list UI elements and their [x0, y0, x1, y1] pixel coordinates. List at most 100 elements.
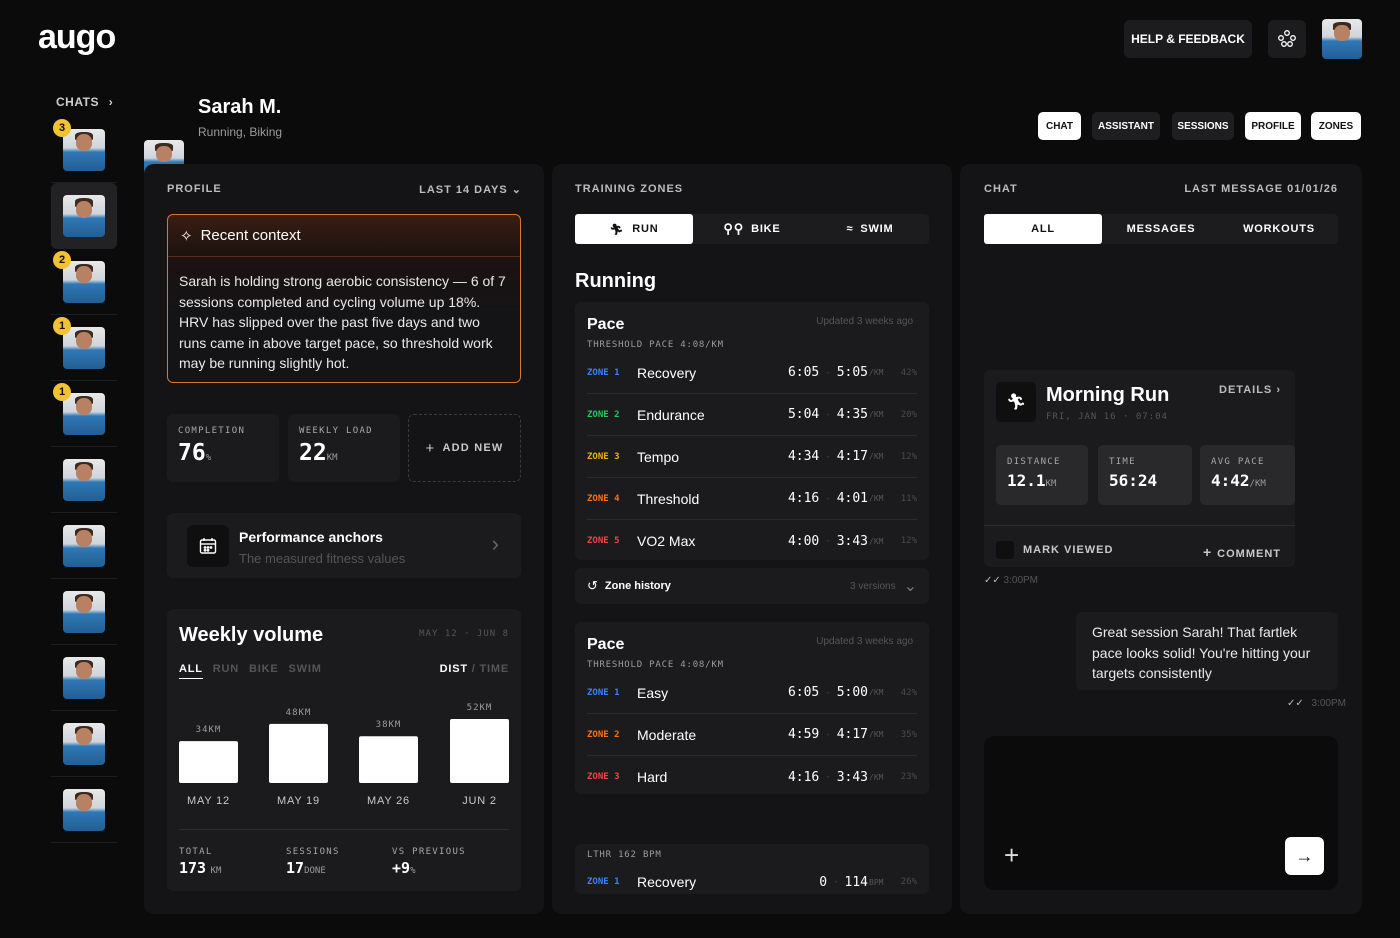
zone-row[interactable]: ZONE 1 Recovery 0-114 BPM 26% — [587, 861, 917, 903]
zone-to: 5:00 — [836, 685, 868, 700]
chat-avatar — [63, 195, 105, 237]
chat-message: Great session Sarah! That fartlek pace l… — [1076, 612, 1338, 690]
help-feedback-button[interactable]: HELP & FEEDBACK — [1124, 20, 1252, 58]
zone-separator: - — [825, 367, 831, 378]
zone-row[interactable]: ZONE 3 Tempo 4:34-4:17/KM 12% — [587, 436, 917, 478]
completion-card: COMPLETION 76% — [167, 414, 279, 482]
zone-percent: 11% — [900, 493, 917, 504]
chart-bar[interactable] — [450, 719, 509, 783]
chevron-right-icon: › — [1276, 384, 1281, 396]
zone-history-row[interactable]: ↺ Zone history 3 versions ⌄ — [575, 568, 929, 604]
prev-label: VS PREVIOUS — [392, 847, 466, 857]
tab-bike[interactable]: ⚲⚲ BIKE — [693, 214, 811, 244]
load-value: 22 — [299, 440, 327, 466]
zone-percent: 12% — [900, 536, 917, 546]
prev-unit: % — [410, 866, 416, 876]
zone-from: 6:05 — [787, 365, 820, 380]
zone-from: 4:34 — [787, 449, 820, 464]
context-text: Sarah is holding strong aerobic consiste… — [179, 273, 506, 371]
weekly-volume-chart: 34KM MAY 12 48KM MAY 19 38KM MAY 26 52KM JUN 2 — [179, 703, 509, 807]
send-button[interactable]: → — [1285, 837, 1324, 875]
sessions-unit: DONE — [304, 866, 326, 876]
chat-list-item[interactable] — [51, 711, 117, 777]
tab-chat[interactable]: CHAT — [1038, 112, 1081, 140]
chat-list-item[interactable]: 1 — [51, 381, 117, 447]
chat-list-item[interactable]: 1 — [51, 315, 117, 381]
profile-title: PROFILE — [167, 183, 222, 195]
zones-panel: TRAINING ZONES 🏃︎ RUN ⚲⚲ BIKE ≈ SWIM Runnin… — [552, 164, 952, 914]
chat-list-item[interactable] — [51, 183, 117, 249]
account-avatar[interactable] — [1322, 19, 1362, 59]
zone-row[interactable]: ZONE 3 Hard 4:16-3:43/KM 23% — [587, 756, 917, 798]
chart-bar[interactable] — [269, 723, 328, 783]
timestamp-1: ✓✓ 3:00PM — [984, 575, 1039, 586]
chat-list-item[interactable] — [51, 579, 117, 645]
team-icon[interactable] — [1268, 20, 1306, 58]
tab-sessions[interactable]: SESSIONS — [1172, 112, 1234, 140]
tab-messages[interactable]: MESSAGES — [1102, 214, 1220, 244]
zone-percent: 12% — [900, 451, 917, 462]
zone-to: 4:35 — [836, 407, 868, 422]
chart-bar[interactable] — [359, 736, 418, 783]
chevron-down-icon: ⌄ — [903, 578, 917, 595]
zone-to: 5:05 — [836, 365, 868, 380]
zone-unit: /KM — [869, 410, 884, 419]
block3-threshold: LTHR 162 BPM — [587, 850, 662, 860]
chat-avatar — [63, 392, 105, 435]
zone-percent: 35% — [900, 729, 917, 740]
tab-assistant[interactable]: ASSISTANT — [1092, 112, 1160, 140]
chat-list-item[interactable] — [51, 777, 117, 843]
checkbox[interactable] — [996, 541, 1014, 559]
message-composer[interactable]: + → — [984, 736, 1338, 890]
tab-zones[interactable]: ZONES — [1311, 112, 1361, 140]
bar-category-label: MAY 19 — [277, 795, 320, 807]
zone-to: 4:17 — [836, 449, 868, 464]
pace-unit: /KM — [1249, 479, 1266, 489]
tab-run[interactable]: 🏃︎ RUN — [575, 214, 693, 244]
tab-swim[interactable]: ≈ SWIM — [811, 214, 929, 244]
zone-from: 4:59 — [787, 727, 820, 742]
app-logo[interactable]: augo — [38, 18, 116, 57]
chat-list-item[interactable]: 3 — [51, 117, 117, 183]
timestamp-2: ✓✓ 3:00PM — [1286, 698, 1346, 709]
bar-category-label: JUN 2 — [462, 795, 497, 807]
chevron-right-icon: › — [108, 95, 114, 109]
zone-row[interactable]: ZONE 2 Endurance 5:04-4:35/KM 20% — [587, 394, 917, 436]
plus-icon[interactable]: + — [1004, 840, 1019, 871]
chat-list-item[interactable] — [51, 645, 117, 711]
zone-row[interactable]: ZONE 1 Recovery 6:05-5:05/KM 42% — [587, 352, 917, 394]
tab-workouts[interactable]: WORKOUTS — [1220, 214, 1338, 244]
zone-row[interactable]: ZONE 1 Easy 6:05-5:00/KM 42% — [587, 672, 917, 714]
zone-percent: 26% — [900, 877, 917, 887]
bar-value-label: 52KM — [467, 703, 493, 713]
chat-list-item[interactable] — [51, 513, 117, 579]
chats-label[interactable]: CHATS › — [56, 95, 113, 109]
unread-badge: 3 — [53, 119, 71, 137]
zone-unit: /KM — [869, 536, 884, 546]
performance-anchors-card[interactable]: Performance anchors The measured fitness… — [167, 513, 521, 578]
weekly-load-card: WEEKLY LOAD 22KM — [288, 414, 400, 482]
tab-all[interactable]: ALL — [984, 214, 1102, 244]
zone-percent: 42% — [900, 367, 917, 378]
chat-list-item[interactable] — [51, 447, 117, 513]
zone-from: 4:16 — [787, 769, 820, 785]
bar-value-label: 38KM — [376, 720, 402, 730]
mark-viewed[interactable]: MARK VIEWED — [996, 541, 1113, 559]
zone-unit: /KM — [869, 730, 884, 739]
chat-list-item[interactable]: 2 — [51, 249, 117, 315]
range-dropdown[interactable]: LAST 14 DAYS ⌄ — [419, 183, 522, 196]
zone-row[interactable]: ZONE 2 Moderate 4:59-4:17/KM 35% — [587, 714, 917, 756]
zone-percent: 20% — [900, 409, 917, 420]
zone-percent: 42% — [900, 687, 917, 698]
zone-row[interactable]: ZONE 4 Threshold 4:16-4:01/KM 11% — [587, 478, 917, 520]
chart-bar[interactable] — [179, 741, 238, 783]
tab-profile[interactable]: PROFILE — [1245, 112, 1301, 140]
add-new-button[interactable]: + ADD NEW — [408, 414, 521, 482]
workout-date: FRI, JAN 16 · 07:04 — [1046, 412, 1168, 422]
zone-row[interactable]: ZONE 5 VO2 Max 4:00-3:43/KM 12% — [587, 520, 917, 562]
zones-title: TRAINING ZONES — [575, 183, 684, 195]
zone-name: Recovery — [637, 364, 697, 381]
details-link[interactable]: DETAILS › — [1219, 384, 1281, 396]
comment-button[interactable]: + COMMENT — [1203, 544, 1281, 560]
zone-unit: BPM — [869, 877, 884, 887]
